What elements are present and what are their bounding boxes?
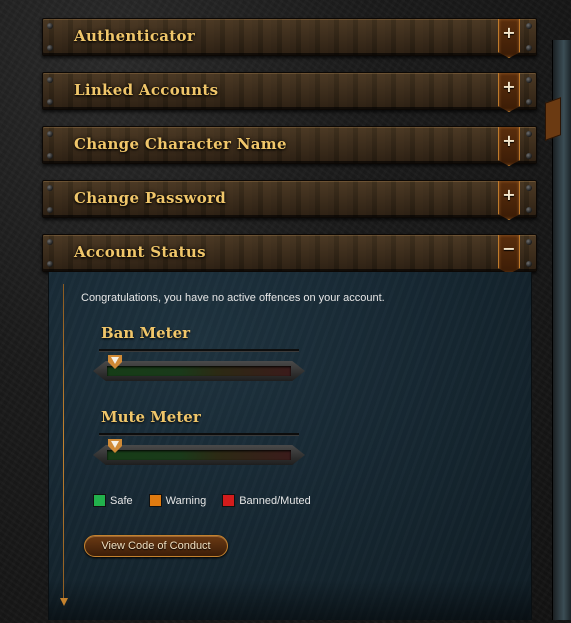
panel-header-change-character-name[interactable]: Change Character Name +: [42, 126, 537, 166]
swatch-warning-icon: [148, 494, 162, 507]
rivet-icon: [47, 77, 53, 83]
mute-meter-bar: [107, 450, 291, 460]
ban-meter-divider: [99, 349, 299, 352]
panel-title: Linked Accounts: [74, 81, 219, 99]
expand-plus-icon[interactable]: +: [498, 127, 520, 166]
panel-title: Change Password: [74, 189, 227, 207]
rivet-icon: [526, 99, 532, 105]
rivet-icon: [47, 185, 53, 191]
ban-meter-bar: [107, 366, 291, 376]
expand-plus-icon[interactable]: +: [498, 19, 520, 58]
account-page: { "panels": [ {"title": "Authenticator",…: [0, 0, 571, 623]
panel-bottom-shade: [49, 580, 531, 620]
swatch-safe-icon: [93, 494, 106, 507]
panel-linked-accounts: Linked Accounts +: [42, 72, 537, 112]
rivet-icon: [526, 45, 532, 51]
meter-legend: Safe Warning Banned/Muted: [93, 494, 311, 507]
mute-meter-title: Mute Meter: [101, 408, 201, 426]
decorative-arrow-icon: [60, 598, 68, 606]
rivet-icon: [526, 77, 532, 83]
side-decoration: [545, 40, 571, 620]
rivet-icon: [47, 99, 53, 105]
panel-title: Change Character Name: [74, 135, 287, 153]
panel-title: Account Status: [74, 243, 206, 261]
mute-meter-divider: [99, 433, 299, 436]
legend-item-safe: Safe: [93, 494, 133, 507]
rivet-icon: [526, 23, 532, 29]
status-message: Congratulations, you have no active offe…: [81, 292, 385, 304]
account-status-content: Congratulations, you have no active offe…: [48, 272, 532, 620]
rivet-icon: [47, 261, 53, 267]
decorative-line: [63, 284, 64, 602]
panel-change-character-name: Change Character Name +: [42, 126, 537, 166]
panel-header-authenticator[interactable]: Authenticator +: [42, 18, 537, 58]
panel-authenticator: Authenticator +: [42, 18, 537, 58]
rivet-icon: [47, 239, 53, 245]
rivet-icon: [47, 131, 53, 137]
legend-item-banned-muted: Banned/Muted: [222, 494, 311, 507]
rivet-icon: [47, 45, 53, 51]
ban-meter-title: Ban Meter: [101, 324, 191, 342]
rivet-icon: [526, 239, 532, 245]
panel-header-linked-accounts[interactable]: Linked Accounts +: [42, 72, 537, 112]
view-code-of-conduct-button[interactable]: View Code of Conduct: [84, 535, 228, 557]
panel-title: Authenticator: [74, 27, 196, 45]
legend-item-warning: Warning: [148, 494, 206, 507]
expand-plus-icon[interactable]: +: [498, 73, 520, 112]
collapse-minus-icon[interactable]: −: [498, 235, 520, 274]
decoration-notch: [545, 97, 561, 141]
panel-change-password: Change Password +: [42, 180, 537, 220]
rivet-icon: [47, 153, 53, 159]
panel-header-change-password[interactable]: Change Password +: [42, 180, 537, 220]
rivet-icon: [526, 153, 532, 159]
rivet-icon: [526, 131, 532, 137]
swatch-banned-icon: [222, 494, 236, 507]
rivet-icon: [47, 207, 53, 213]
rivet-icon: [47, 23, 53, 29]
rivet-icon: [526, 185, 532, 191]
panel-header-account-status[interactable]: Account Status −: [42, 234, 537, 274]
rivet-icon: [526, 207, 532, 213]
panel-account-status: Account Status −: [42, 234, 537, 274]
rivet-icon: [526, 261, 532, 267]
expand-plus-icon[interactable]: +: [498, 181, 520, 220]
